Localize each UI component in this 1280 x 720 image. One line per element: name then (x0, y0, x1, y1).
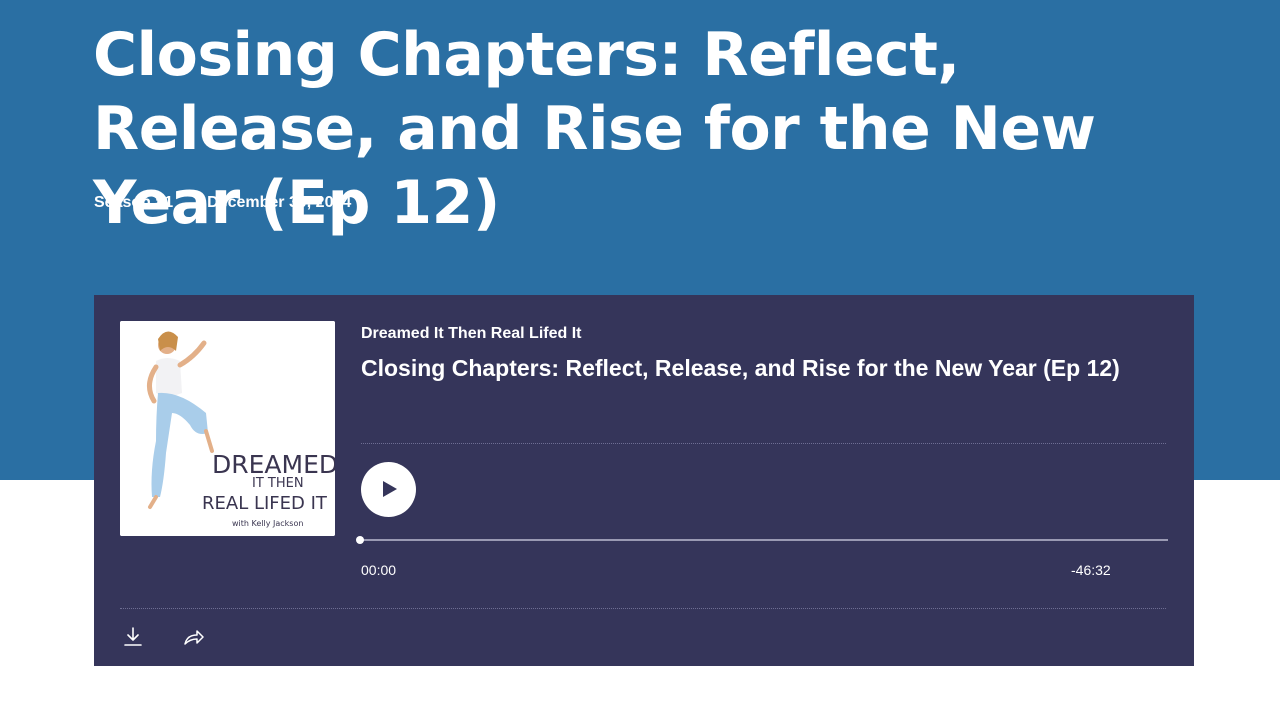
cover-text-line3: REAL LIFED IT (202, 493, 328, 514)
progress-bar[interactable] (356, 536, 1168, 544)
play-icon (383, 481, 397, 497)
episode-meta: Season #1 December 30, 2024 (94, 194, 351, 212)
download-button[interactable] (121, 625, 145, 649)
show-name[interactable]: Dreamed It Then Real Lifed It (361, 325, 581, 343)
share-icon (184, 630, 204, 645)
divider (361, 443, 1166, 444)
season-label: Season #1 (94, 194, 174, 211)
podcast-player: DREAMED IT THEN REAL LIFED IT with Kelly… (94, 295, 1194, 666)
cover-text-line2: IT THEN (252, 476, 304, 491)
progress-handle[interactable] (356, 536, 364, 544)
episode-date: December 30, 2024 (207, 194, 352, 211)
play-button[interactable] (361, 462, 416, 517)
podcast-cover-art: DREAMED IT THEN REAL LIFED IT with Kelly… (120, 321, 335, 536)
divider (120, 608, 1166, 609)
download-icon (124, 627, 142, 646)
cover-text-line1: DREAMED (212, 450, 335, 479)
share-button[interactable] (182, 625, 206, 649)
cover-illustration: DREAMED IT THEN REAL LIFED IT with Kelly… (120, 321, 335, 536)
episode-title: Closing Chapters: Reflect, Release, and … (361, 355, 1120, 381)
time-elapsed: 00:00 (361, 562, 397, 578)
cover-text-line4: with Kelly Jackson (232, 519, 303, 528)
time-remaining: -46:32 (1071, 562, 1111, 578)
